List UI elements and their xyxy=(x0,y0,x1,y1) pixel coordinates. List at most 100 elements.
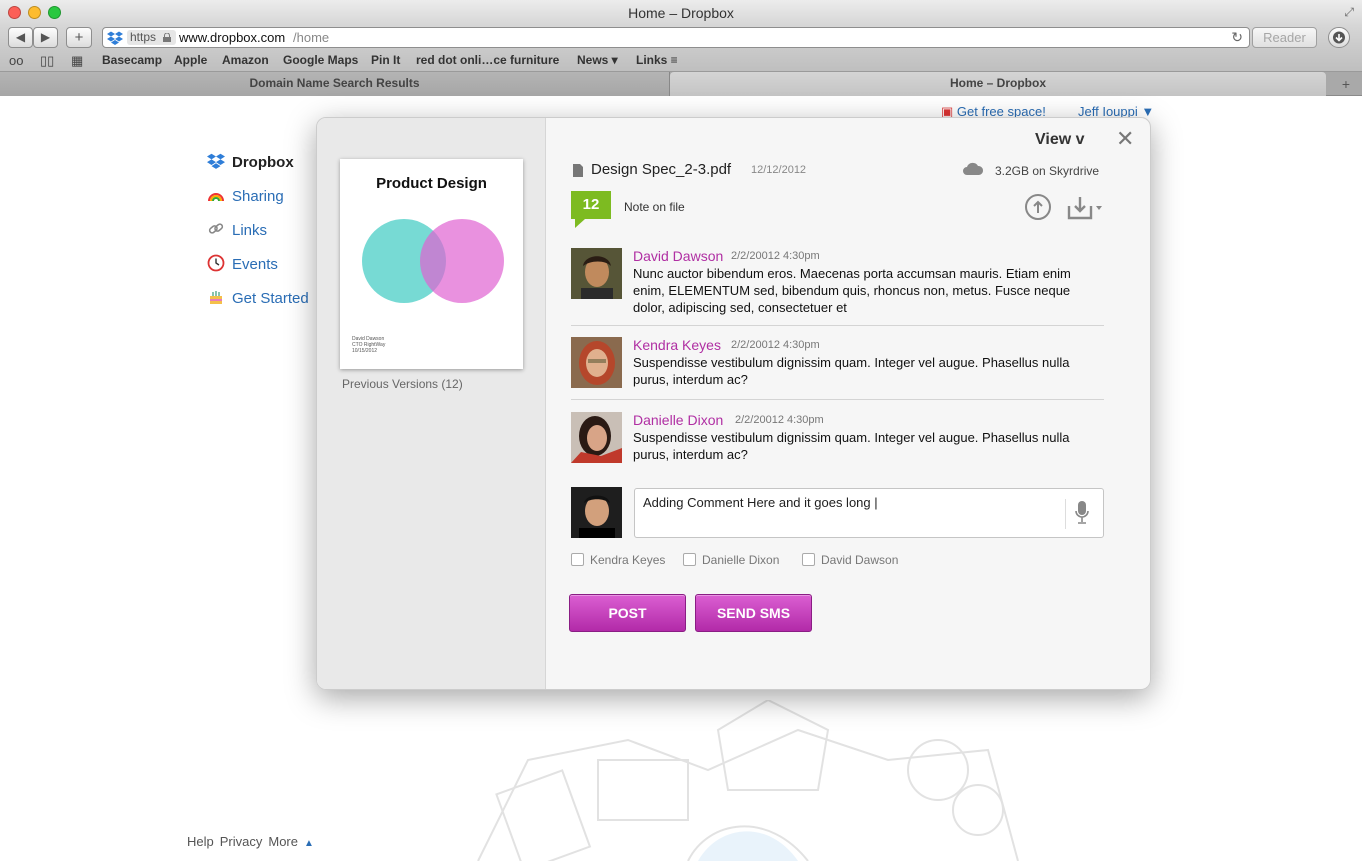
reader-button[interactable]: Reader xyxy=(1252,27,1317,48)
divider xyxy=(571,325,1104,326)
checkbox[interactable] xyxy=(802,553,815,566)
sidebar-item-sharing[interactable]: Sharing xyxy=(207,186,284,205)
footer-help-link[interactable]: Help xyxy=(187,834,214,849)
footer: Help Privacy More ▲ xyxy=(187,834,320,849)
avatar xyxy=(571,412,622,463)
close-icon[interactable]: ✕ xyxy=(1116,128,1134,150)
sidebar-item-get-started[interactable]: Get Started xyxy=(207,288,309,307)
dropbox-favicon-icon xyxy=(107,31,123,45)
avatar xyxy=(571,337,622,388)
cloud-icon xyxy=(963,162,984,175)
forward-button[interactable]: ▶ xyxy=(33,27,58,48)
sidebar-item-label: Dropbox xyxy=(232,154,294,171)
bookmark-folder-links[interactable]: Links ≡ xyxy=(636,53,678,67)
bookmark-folder-news[interactable]: News ▾ xyxy=(577,53,618,67)
comment-text: Suspendisse vestibulum dignissim quam. I… xyxy=(633,430,1070,462)
downloads-button[interactable] xyxy=(1328,27,1350,48)
recipient-label: David Dawson xyxy=(821,553,899,567)
window-titlebar: Home – Dropbox ⤢ xyxy=(0,0,1362,26)
bookmarks-bar: oo ▯▯ ▦ Basecamp Apple Amazon Google Map… xyxy=(0,50,1362,72)
url-path: /home xyxy=(293,30,330,45)
caret-up-icon[interactable]: ▲ xyxy=(304,838,314,849)
sidebar-item-label: Events xyxy=(232,256,278,273)
comment-time: 2/2/20012 4:30pm xyxy=(735,414,824,426)
note-count-badge: 12 xyxy=(571,191,611,228)
venn-diagram-image xyxy=(362,219,504,303)
top-sites-grid-icon[interactable]: ▦ xyxy=(71,53,83,69)
add-bookmark-button[interactable]: + xyxy=(66,27,92,48)
document-preview[interactable]: Product Design David Dawson CTO RightWay… xyxy=(340,159,523,369)
file-date: 12/12/2012 xyxy=(751,164,807,176)
bookmarks-book-icon[interactable]: ▯▯ xyxy=(40,53,54,69)
file-icon xyxy=(573,164,583,177)
bookmark-item[interactable]: Pin It xyxy=(371,53,400,67)
back-button[interactable]: ◀ xyxy=(8,27,33,48)
document-preview-title: Product Design xyxy=(376,175,487,192)
fullscreen-icon[interactable]: ⤢ xyxy=(1344,5,1354,20)
comment-text: Nunc auctor bibendum eros. Maecenas port… xyxy=(633,266,1071,315)
preview-panel: Product Design David Dawson CTO RightWay… xyxy=(317,118,546,689)
checkbox[interactable] xyxy=(571,553,584,566)
bookmark-item[interactable]: red dot onli…ce furniture xyxy=(416,53,559,67)
clock-icon xyxy=(207,254,225,272)
tab-dropbox-home[interactable]: Home – Dropbox xyxy=(670,72,1326,96)
send-sms-button[interactable]: SEND SMS xyxy=(695,594,812,632)
comment-item: Danielle Dixon 2/2/20012 4:30pm Suspendi… xyxy=(571,412,1104,467)
tab-domain-search[interactable]: Domain Name Search Results xyxy=(0,72,670,96)
recipient-label: Kendra Keyes xyxy=(590,553,666,567)
comment-item: Kendra Keyes 2/2/20012 4:30pm Suspendiss… xyxy=(571,337,1104,392)
checkbox[interactable] xyxy=(683,553,696,566)
avatar xyxy=(571,487,622,538)
footer-more-link[interactable]: More xyxy=(268,834,298,849)
window-title: Home – Dropbox xyxy=(628,5,734,21)
sidebar-item-label: Links xyxy=(232,222,268,239)
previous-versions-link[interactable]: Previous Versions (12) xyxy=(342,377,463,391)
recipient-checkbox[interactable]: David Dawson xyxy=(802,553,898,567)
sidebar-item-label: Sharing xyxy=(232,188,284,205)
comment-author[interactable]: David Dawson xyxy=(633,248,723,264)
file-comments-modal: Product Design David Dawson CTO RightWay… xyxy=(316,117,1151,690)
avatar xyxy=(571,248,622,299)
new-tab-button[interactable]: + xyxy=(1334,74,1358,94)
bookmark-item[interactable]: Amazon xyxy=(222,53,269,67)
bookmark-item[interactable]: Apple xyxy=(174,53,207,67)
tab-bar: Domain Name Search Results Home – Dropbo… xyxy=(0,72,1362,96)
view-menu-button[interactable]: View v xyxy=(1035,131,1085,149)
comment-author[interactable]: Kendra Keyes xyxy=(633,337,721,353)
comment-text: Suspendisse vestibulum dignissim quam. I… xyxy=(633,355,1070,387)
sidebar-item-dropbox[interactable]: Dropbox xyxy=(207,152,294,171)
storage-info: 3.2GB on Skyrdrive xyxy=(995,164,1100,178)
microphone-icon[interactable] xyxy=(1075,501,1089,525)
comment-input[interactable]: Adding Comment Here and it goes long | xyxy=(634,488,1104,538)
sidebar-item-links[interactable]: Links xyxy=(207,220,267,239)
comment-time: 2/2/20012 4:30pm xyxy=(731,339,820,351)
sidebar-item-label: Get Started xyxy=(232,290,309,307)
address-bar[interactable]: https www.dropbox.com /home ↻ xyxy=(102,27,1250,48)
bookmark-item[interactable]: Basecamp xyxy=(102,53,162,67)
divider xyxy=(1065,499,1066,529)
reading-list-icon[interactable]: oo xyxy=(9,53,23,68)
comment-input-value: Adding Comment Here and it goes long | xyxy=(643,495,878,510)
url-host: www.dropbox.com xyxy=(179,30,286,45)
cake-icon xyxy=(210,291,222,304)
recipient-checkbox[interactable]: Kendra Keyes xyxy=(571,553,665,567)
document-preview-meta: David Dawson CTO RightWay 10/15/2012 xyxy=(352,336,385,354)
sidebar-item-events[interactable]: Events xyxy=(207,254,278,273)
comments-panel: View v ✕ Design Spec_2-3.pdf 12/12/2012 … xyxy=(546,118,1150,689)
lock-icon xyxy=(163,33,171,42)
comment-author[interactable]: Danielle Dixon xyxy=(633,412,723,428)
upload-button[interactable] xyxy=(1025,194,1051,220)
divider xyxy=(571,399,1104,400)
background-illustration xyxy=(477,700,1019,861)
dropbox-icon xyxy=(207,153,225,169)
footer-privacy-link[interactable]: Privacy xyxy=(220,834,263,849)
download-menu-button[interactable] xyxy=(1067,194,1107,220)
comment-time: 2/2/20012 4:30pm xyxy=(731,250,820,262)
comment-item: David Dawson 2/2/20012 4:30pm Nunc aucto… xyxy=(571,248,1104,318)
bookmark-item[interactable]: Google Maps xyxy=(283,53,358,67)
reload-icon[interactable]: ↻ xyxy=(1231,29,1243,46)
file-name: Design Spec_2-3.pdf xyxy=(591,161,732,178)
post-button[interactable]: POST xyxy=(569,594,686,632)
recipient-checkbox[interactable]: Danielle Dixon xyxy=(683,553,779,567)
note-label: Note on file xyxy=(624,200,685,214)
